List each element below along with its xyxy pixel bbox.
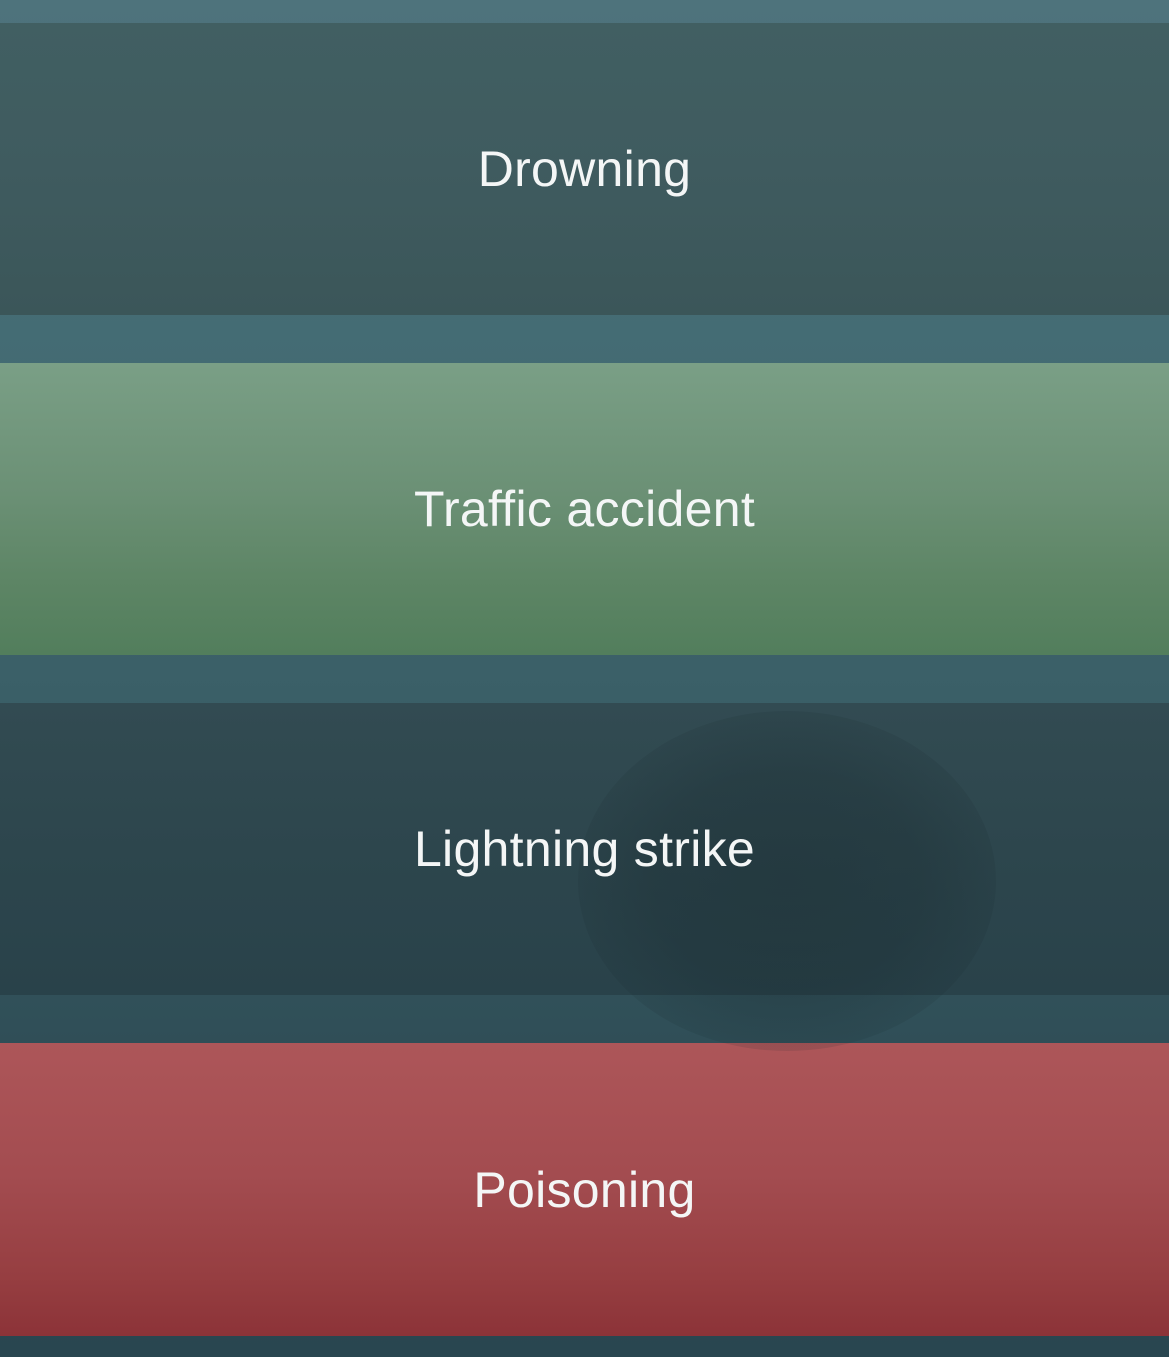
answer-label: Traffic accident [413,481,756,537]
answer-option-traffic-accident[interactable]: Traffic accident [0,363,1169,655]
answer-option-drowning[interactable]: Drowning [0,23,1169,315]
answer-label: Poisoning [473,1161,696,1218]
answer-list: Drowning Traffic accident Lightning stri… [0,0,1169,1357]
answer-label: Lightning strike [413,821,756,877]
answer-option-poisoning[interactable]: Poisoning [0,1043,1169,1336]
answer-option-lightning-strike[interactable]: Lightning strike [0,703,1169,995]
answer-label: Drowning [477,141,692,197]
